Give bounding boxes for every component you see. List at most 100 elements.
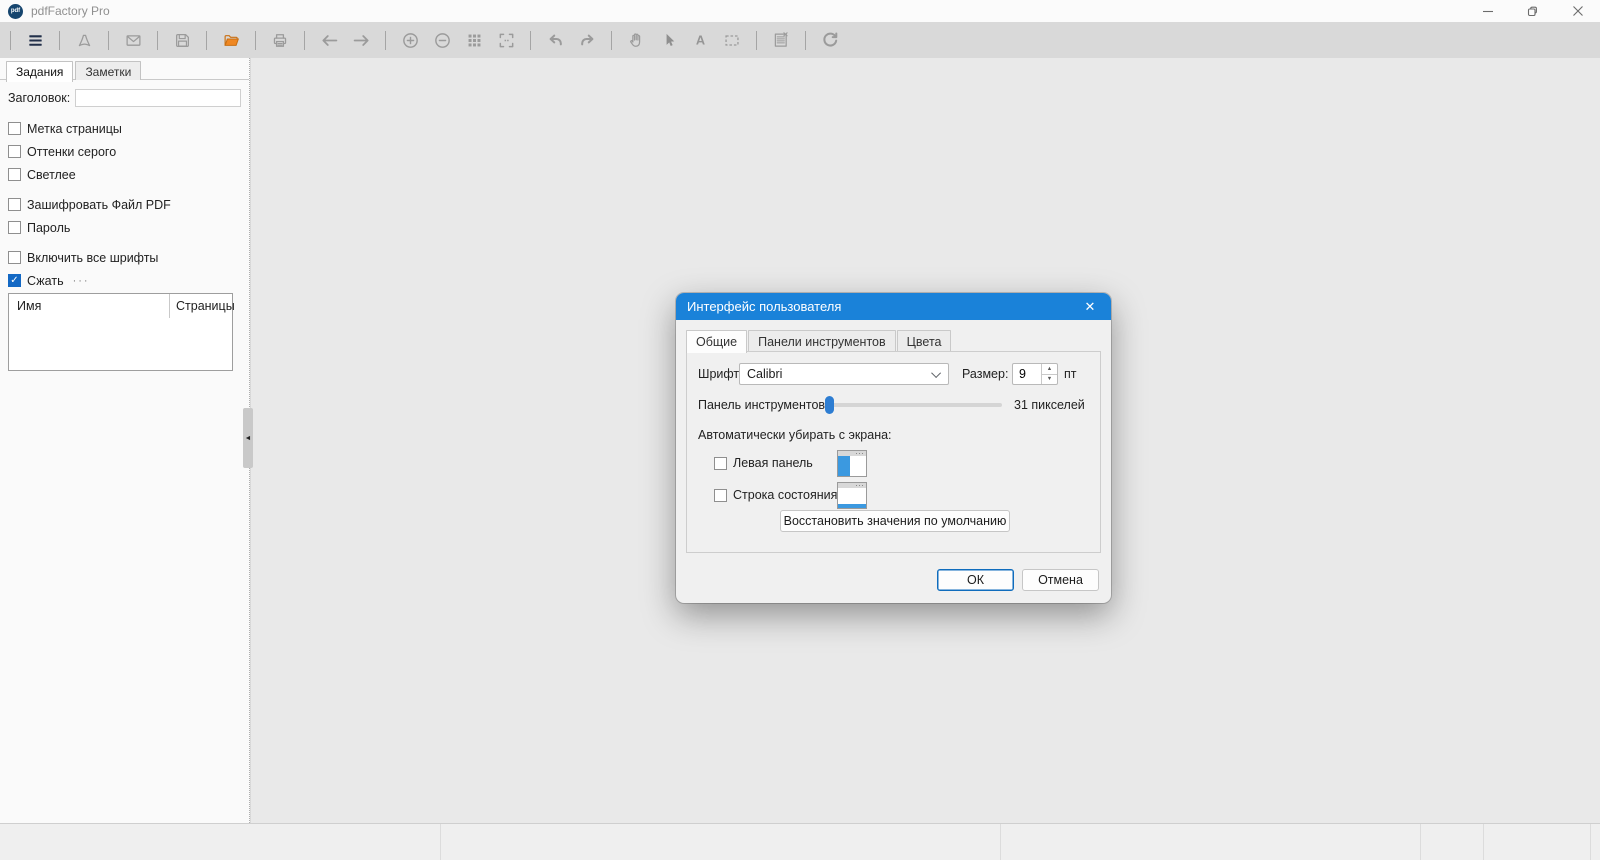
toolbar: A [0, 22, 1600, 58]
checkbox-icon[interactable]: ✓ [8, 274, 21, 287]
dialog-title: Интерфейс пользователя [687, 299, 842, 314]
sidebar-checkbox-row-1[interactable]: Оттенки серого [8, 140, 241, 163]
sidebar-checkbox-row-0[interactable]: Метка страницы [8, 117, 241, 140]
sidebar-checkbox-row-5[interactable]: Включить все шрифты [8, 246, 241, 269]
checkbox-icon[interactable] [8, 122, 21, 135]
dialog-tab-1[interactable]: Панели инструментов [748, 330, 896, 352]
window-title: pdfFactory Pro [31, 4, 110, 18]
toolbar-pan-hand-button[interactable] [622, 25, 650, 55]
jobs-table-body[interactable] [9, 318, 232, 370]
zoom-out-icon [433, 31, 452, 50]
checkbox-icon[interactable] [8, 251, 21, 264]
autohide-option-label: Левая панель [733, 456, 813, 470]
close-window-button[interactable] [1555, 0, 1600, 22]
app-logo-icon: pdf [8, 3, 23, 19]
sidebar-splitter-handle[interactable]: ◄ [243, 408, 253, 468]
jobs-column-name: Имя [17, 299, 42, 313]
checkbox-icon[interactable] [714, 456, 727, 470]
spin-down-button[interactable]: ▼ [1042, 375, 1057, 385]
toolbar-size-slider[interactable] [824, 396, 1002, 414]
menu-icon [27, 32, 44, 49]
sidebar: Задания Заметки Заголовок: Метка страницы… [0, 58, 253, 823]
toolbar-zoom-out-button[interactable] [428, 25, 456, 55]
redo-icon [578, 32, 597, 49]
restore-defaults-button[interactable]: Восстановить значения по умолчанию [780, 510, 1010, 532]
svg-text:A: A [695, 33, 704, 48]
toolbar-cursor-button[interactable] [654, 25, 682, 55]
toolbar-print-button[interactable] [266, 25, 294, 55]
ok-button[interactable]: ОК [937, 569, 1014, 591]
forward-icon [351, 32, 372, 49]
minimize-button[interactable] [1465, 0, 1510, 22]
sidebar-checkbox-row-4[interactable]: Пароль [8, 216, 241, 239]
toolbar-separator [611, 30, 612, 50]
toolbar-back-button[interactable] [315, 25, 343, 55]
title-field-label: Заголовок: [8, 91, 71, 105]
sidebar-checkbox-row-2[interactable]: Светлее [8, 163, 241, 186]
toolbar-refresh-button[interactable] [816, 25, 844, 55]
toolbar-fit-page-button[interactable] [492, 25, 520, 55]
checkbox-icon[interactable] [8, 198, 21, 211]
toolbar-open-folder-button[interactable] [217, 25, 245, 55]
dialog-tab-0[interactable]: Общие [686, 330, 748, 353]
toolbar-save-button[interactable] [168, 25, 196, 55]
size-unit-label: пт [1064, 367, 1077, 381]
checkbox-label: Пароль [27, 220, 71, 235]
toolbar-redo-button[interactable] [573, 25, 601, 55]
size-spinner: ▲ ▼ [1012, 363, 1058, 385]
toolbar-adobe-pdf-button[interactable] [70, 25, 98, 55]
spin-up-button[interactable]: ▲ [1042, 364, 1057, 375]
checkbox-label: Метка страницы [27, 121, 122, 136]
sidebar-tab-0[interactable]: Задания [6, 61, 74, 82]
status-divider [1000, 824, 1001, 860]
save-icon [174, 32, 191, 49]
toolbar-separator [805, 30, 806, 50]
autohide-option-1[interactable]: Строка состояния [714, 480, 1090, 510]
checkbox-icon[interactable] [8, 168, 21, 181]
toolbar-grid-view-button[interactable] [460, 25, 488, 55]
undo-icon [546, 32, 565, 49]
toolbar-undo-button[interactable] [541, 25, 569, 55]
dialog-close-button[interactable]: ✕ [1069, 293, 1111, 320]
toolbar-select-button[interactable] [718, 25, 746, 55]
font-combobox[interactable]: Calibri [739, 363, 949, 385]
size-input[interactable] [1013, 364, 1041, 384]
autohide-option-0[interactable]: Левая панель [714, 448, 1090, 478]
slider-thumb[interactable] [825, 396, 835, 414]
sidebar-checkbox-row-3[interactable]: Зашифровать Файл PDF [8, 193, 241, 216]
checkbox-label: Сжать [27, 273, 64, 288]
open-folder-icon [222, 32, 241, 49]
checkbox-icon[interactable] [8, 145, 21, 158]
title-input[interactable] [75, 89, 241, 107]
dialog-tab-2[interactable]: Цвета [896, 330, 952, 352]
refresh-icon [821, 31, 839, 49]
toolbar-text-button[interactable]: A [686, 25, 714, 55]
more-options-icon[interactable]: ··· [73, 275, 90, 287]
font-label: Шрифт: [698, 367, 743, 381]
toolbar-menu-button[interactable] [21, 25, 49, 55]
minimize-icon [1482, 10, 1493, 13]
checkbox-icon[interactable] [8, 221, 21, 234]
size-label: Размер: [962, 367, 1009, 381]
chevron-down-icon [931, 367, 942, 378]
cancel-button[interactable]: Отмена [1022, 569, 1099, 591]
status-bar-preview-icon [837, 481, 867, 509]
toolbar-notes-button[interactable] [767, 25, 795, 55]
sidebar-tab-1[interactable]: Заметки [75, 61, 142, 80]
status-divider [1420, 824, 1421, 860]
sidebar-checkbox-row-6[interactable]: ✓ Сжать ··· [8, 269, 241, 292]
toolbar-separator [206, 30, 207, 50]
toolbar-forward-button[interactable] [347, 25, 375, 55]
restore-button[interactable] [1510, 0, 1555, 22]
checkbox-label: Зашифровать Файл PDF [27, 197, 171, 212]
dialog-close-icon: ✕ [1084, 298, 1096, 314]
fit-page-icon [497, 32, 516, 49]
left-panel-preview-icon [837, 449, 867, 477]
toolbar-zoom-in-button[interactable] [396, 25, 424, 55]
grid-view-icon [466, 32, 483, 49]
toolbar-size-row: Панель инструментов: 31 пикселей [687, 394, 1100, 416]
toolbar-separator [10, 30, 11, 50]
font-row: Шрифт: Calibri Размер: ▲ ▼ пт [687, 363, 1100, 385]
checkbox-icon[interactable] [714, 488, 727, 502]
toolbar-email-button[interactable] [119, 25, 147, 55]
